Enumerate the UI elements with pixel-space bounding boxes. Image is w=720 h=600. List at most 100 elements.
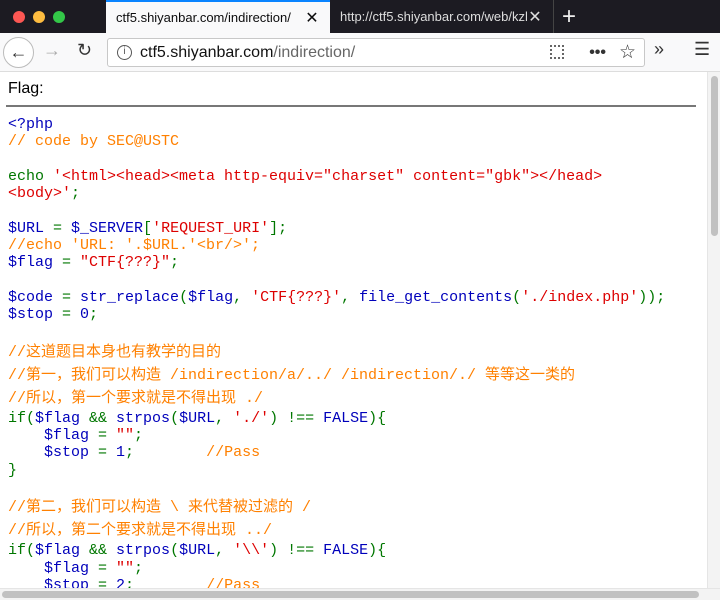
code-token: $stop	[8, 444, 99, 462]
tab-kzhan[interactable]: http://ctf5.shiyanbar.com/web/kzhan ✕	[330, 0, 554, 33]
horizontal-scrollbar[interactable]	[0, 588, 720, 600]
code-line: echo '<html><head><meta http-equiv="char…	[8, 168, 665, 185]
code-token: $code	[8, 288, 63, 306]
code-token: str_replace	[80, 288, 180, 306]
code-token: 0	[80, 306, 90, 324]
code-token: if(	[8, 409, 36, 427]
code-token: =	[98, 559, 117, 577]
code-token: $flag	[8, 254, 63, 272]
code-token: ];	[269, 219, 288, 237]
code-token: ,	[215, 409, 234, 427]
code-token: (	[170, 542, 180, 560]
reload-button[interactable]: ↻	[77, 40, 92, 61]
page-content: Flag: <?php// code by SEC@USTC echo '<htm…	[0, 72, 707, 588]
url-path: /indirection/	[273, 44, 356, 61]
code-line: //所以，第一个要求就是不得出现 ./	[8, 387, 665, 410]
code-token: ,	[341, 288, 360, 306]
code-token: ,	[215, 542, 234, 560]
vertical-scrollbar[interactable]	[707, 72, 720, 588]
code-token: ,	[233, 288, 252, 306]
code-token: $flag	[35, 409, 90, 427]
code-token: "CTF{???}"	[80, 254, 171, 272]
code-token: //第一，我们可以构造 /indirection/a/../ /indirect…	[8, 366, 576, 384]
code-token: //所以，第二个要求就是不得出现 ../	[8, 522, 273, 540]
scrollbar-thumb[interactable]	[2, 591, 699, 598]
code-token: ;	[125, 444, 207, 462]
code-line: $flag = "CTF{???}";	[8, 254, 665, 271]
code-token: //所以，第一个要求就是不得出现 ./	[8, 389, 264, 407]
scrollbar-thumb[interactable]	[711, 76, 718, 236]
code-token: =	[62, 306, 81, 324]
tab-bar: ctf5.shiyanbar.com/indirection/ ✕ http:/…	[0, 0, 720, 33]
tab-title: http://ctf5.shiyanbar.com/web/kzhan	[340, 9, 527, 24]
code-token: ;	[71, 185, 81, 203]
code-token: '\\'	[233, 542, 270, 560]
tab-indirection[interactable]: ctf5.shiyanbar.com/indirection/ ✕	[106, 0, 330, 33]
code-token: ;	[89, 306, 99, 324]
flag-label: Flag:	[8, 80, 44, 97]
code-token: //这道题目本身也有教学的目的	[8, 343, 222, 361]
code-token: $URL	[8, 219, 54, 237]
code-token: ) !==	[269, 542, 324, 560]
code-line: //所以，第二个要求就是不得出现 ../	[8, 519, 665, 542]
code-token: if(	[8, 542, 36, 560]
code-token: $flag	[188, 288, 234, 306]
forward-button[interactable]: →	[43, 40, 61, 61]
code-token: $flag	[35, 542, 90, 560]
close-tab-icon[interactable]: ✕	[304, 8, 320, 28]
minimize-window-button[interactable]	[33, 11, 45, 23]
url-host: ctf5.shiyanbar.com	[140, 44, 274, 61]
code-token: strpos	[116, 542, 171, 560]
code-token: //Pass	[206, 576, 261, 588]
qr-code-icon[interactable]	[550, 45, 564, 59]
code-line: $stop = 0;	[8, 306, 665, 323]
code-token: //第二，我们可以构造 \ 来代替被过滤的 /	[8, 499, 312, 517]
code-line: $stop = 2; //Pass	[8, 577, 665, 588]
code-token: (	[170, 409, 180, 427]
code-token: $flag	[8, 559, 99, 577]
code-token: $URL	[179, 409, 216, 427]
code-token: =	[98, 576, 117, 588]
nav-toolbar: ← → ↻ i ctf5.shiyanbar.com/indirection/ …	[0, 33, 720, 72]
menu-hamburger-icon[interactable]: ☰	[694, 39, 710, 60]
code-line: $code = str_replace($flag, 'CTF{???}', f…	[8, 289, 665, 306]
info-icon[interactable]: i	[117, 45, 132, 60]
code-token: $stop	[8, 576, 99, 588]
back-button[interactable]: ←	[3, 37, 34, 68]
code-token: 1	[116, 444, 126, 462]
code-token: echo	[8, 167, 54, 185]
code-token: (	[512, 288, 522, 306]
code-token: <?php	[8, 116, 54, 133]
code-line: //echo 'URL: '.$URL.'<br/>';	[8, 237, 665, 254]
page-actions-icon[interactable]: •••	[589, 39, 606, 66]
bookmark-star-icon[interactable]: ☆	[619, 39, 636, 66]
code-token: ""	[116, 427, 135, 445]
zoom-window-button[interactable]	[53, 11, 65, 23]
code-line: }	[8, 462, 665, 479]
code-line: $flag = "";	[8, 427, 665, 444]
code-token: <body>'	[8, 185, 72, 203]
close-window-button[interactable]	[13, 11, 25, 23]
new-tab-button[interactable]: +	[562, 3, 576, 31]
code-token: (	[179, 288, 189, 306]
code-token: // code by SEC@USTC	[8, 133, 180, 151]
code-line: //第二，我们可以构造 \ 来代替被过滤的 /	[8, 496, 665, 519]
code-line: if($flag && strpos($URL, './') !== FALSE…	[8, 410, 665, 427]
code-token: //Pass	[206, 444, 261, 462]
url-bar[interactable]: i ctf5.shiyanbar.com/indirection/ ••• ☆	[107, 38, 645, 67]
code-token: ;	[134, 559, 144, 577]
code-token: &&	[89, 409, 117, 427]
code-line: $flag = "";	[8, 560, 665, 577]
code-line: <?php	[8, 116, 665, 133]
code-token: FALSE	[323, 409, 369, 427]
code-token: =	[98, 427, 117, 445]
overflow-chevron-icon[interactable]: »	[654, 39, 664, 60]
code-token: &&	[89, 542, 117, 560]
code-token: =	[62, 288, 81, 306]
code-token: './'	[233, 409, 270, 427]
code-token: file_get_contents	[359, 288, 513, 306]
code-token: ){	[368, 542, 387, 560]
close-tab-icon[interactable]: ✕	[527, 7, 543, 27]
